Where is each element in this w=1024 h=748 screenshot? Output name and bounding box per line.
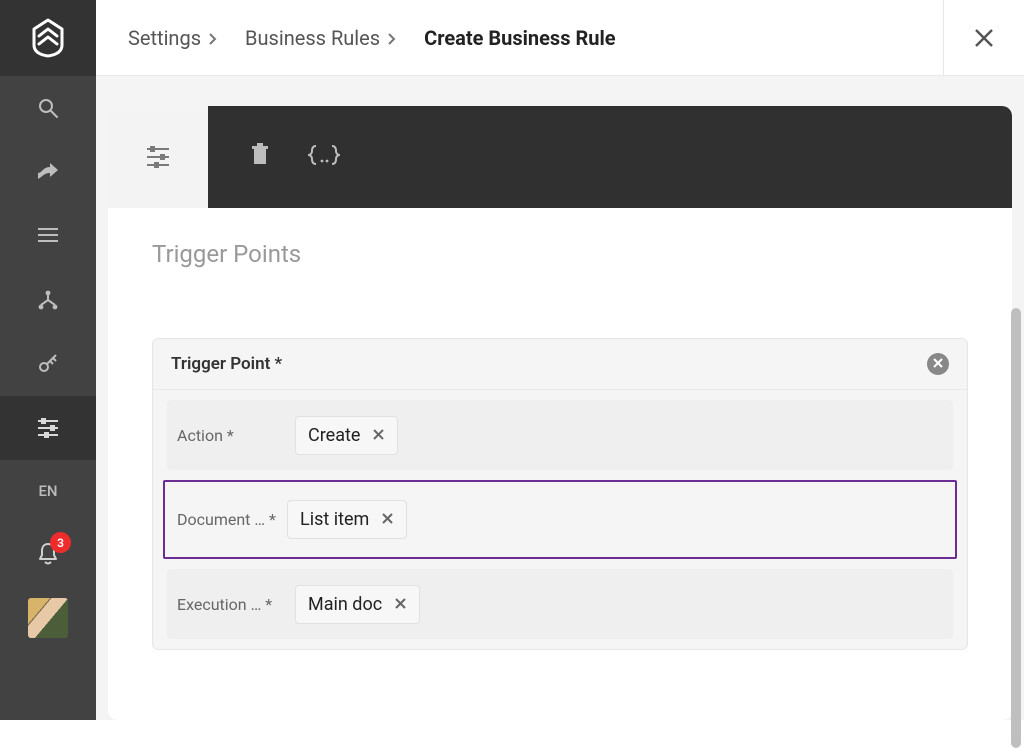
close-icon bbox=[372, 425, 385, 446]
scrollbar-thumb[interactable] bbox=[1011, 308, 1021, 748]
list-icon bbox=[37, 227, 59, 245]
chip-execution: Main doc bbox=[295, 585, 420, 624]
trash-icon bbox=[250, 143, 270, 171]
sidebar-item-list[interactable] bbox=[0, 204, 96, 268]
close-icon bbox=[932, 354, 944, 374]
sidebar-item-settings[interactable] bbox=[0, 396, 96, 460]
sidebar-item-branch[interactable] bbox=[0, 268, 96, 332]
breadcrumb-item[interactable]: Business Rules bbox=[245, 26, 380, 50]
chip-label: Create bbox=[308, 425, 360, 446]
code-button[interactable] bbox=[308, 144, 340, 170]
trigger-point-header: Trigger Point * bbox=[153, 339, 967, 390]
chip-remove[interactable] bbox=[381, 509, 394, 530]
sliders-icon bbox=[36, 417, 60, 439]
sliders-icon bbox=[145, 145, 171, 169]
toolbar-tab-settings[interactable] bbox=[108, 106, 208, 208]
braces-icon bbox=[308, 144, 340, 170]
chip-remove[interactable] bbox=[372, 425, 385, 446]
sidebar-language[interactable]: EN bbox=[0, 460, 96, 522]
header: Settings Business Rules Create Business … bbox=[96, 0, 1024, 76]
field-value-zone: Create bbox=[295, 416, 398, 455]
field-row-action[interactable]: Action * Create bbox=[167, 400, 953, 470]
search-icon bbox=[37, 97, 59, 119]
toolbar-actions bbox=[208, 106, 1012, 208]
chip-document: List item bbox=[287, 500, 407, 539]
chip-label: Main doc bbox=[308, 594, 382, 615]
sidebar-item-search[interactable] bbox=[0, 76, 96, 140]
sidebar-item-share[interactable] bbox=[0, 140, 96, 204]
breadcrumb: Settings Business Rules Create Business … bbox=[96, 26, 616, 50]
field-value-zone: Main doc bbox=[295, 585, 420, 624]
app-logo[interactable] bbox=[0, 0, 96, 76]
close-icon bbox=[381, 509, 394, 530]
editor-toolbar bbox=[108, 106, 1012, 208]
field-label: Document … * bbox=[169, 510, 287, 529]
trigger-point-header-label: Trigger Point * bbox=[171, 354, 282, 374]
sidebar-notifications[interactable]: 3 bbox=[0, 522, 96, 586]
delete-button[interactable] bbox=[250, 143, 270, 171]
close-button[interactable] bbox=[944, 0, 1024, 76]
scrollbar[interactable] bbox=[1008, 76, 1024, 720]
remove-trigger-button[interactable] bbox=[927, 353, 949, 375]
sidebar-nav bbox=[0, 76, 96, 460]
notification-badge: 3 bbox=[50, 532, 71, 553]
app-logo-icon bbox=[31, 18, 65, 58]
main-card: Trigger Points Trigger Point * Action * … bbox=[108, 208, 1012, 720]
field-value-zone: List item bbox=[287, 500, 407, 539]
close-icon bbox=[394, 594, 407, 615]
chip-remove[interactable] bbox=[394, 594, 407, 615]
section-title: Trigger Points bbox=[108, 208, 1012, 296]
chip-label: List item bbox=[300, 509, 369, 530]
branch-icon bbox=[37, 289, 59, 311]
sidebar-language-label: EN bbox=[38, 482, 57, 500]
key-icon bbox=[36, 352, 60, 376]
field-label: Execution … * bbox=[177, 595, 295, 614]
field-row-execution[interactable]: Execution … * Main doc bbox=[167, 569, 953, 639]
avatar-image bbox=[28, 598, 68, 638]
sidebar-item-key[interactable] bbox=[0, 332, 96, 396]
breadcrumb-item[interactable]: Settings bbox=[128, 26, 201, 50]
chevron-right-icon bbox=[207, 26, 219, 50]
sidebar: EN 3 bbox=[0, 0, 96, 720]
sidebar-avatar[interactable] bbox=[0, 586, 96, 650]
close-icon bbox=[973, 27, 995, 49]
breadcrumb-item-current: Create Business Rule bbox=[424, 26, 615, 50]
field-row-document[interactable]: Document … * List item bbox=[163, 480, 957, 559]
chevron-right-icon bbox=[386, 26, 398, 50]
chip-action: Create bbox=[295, 416, 398, 455]
field-label: Action * bbox=[177, 426, 295, 445]
share-icon bbox=[36, 161, 60, 183]
trigger-point-panel: Trigger Point * Action * Create bbox=[152, 338, 968, 650]
